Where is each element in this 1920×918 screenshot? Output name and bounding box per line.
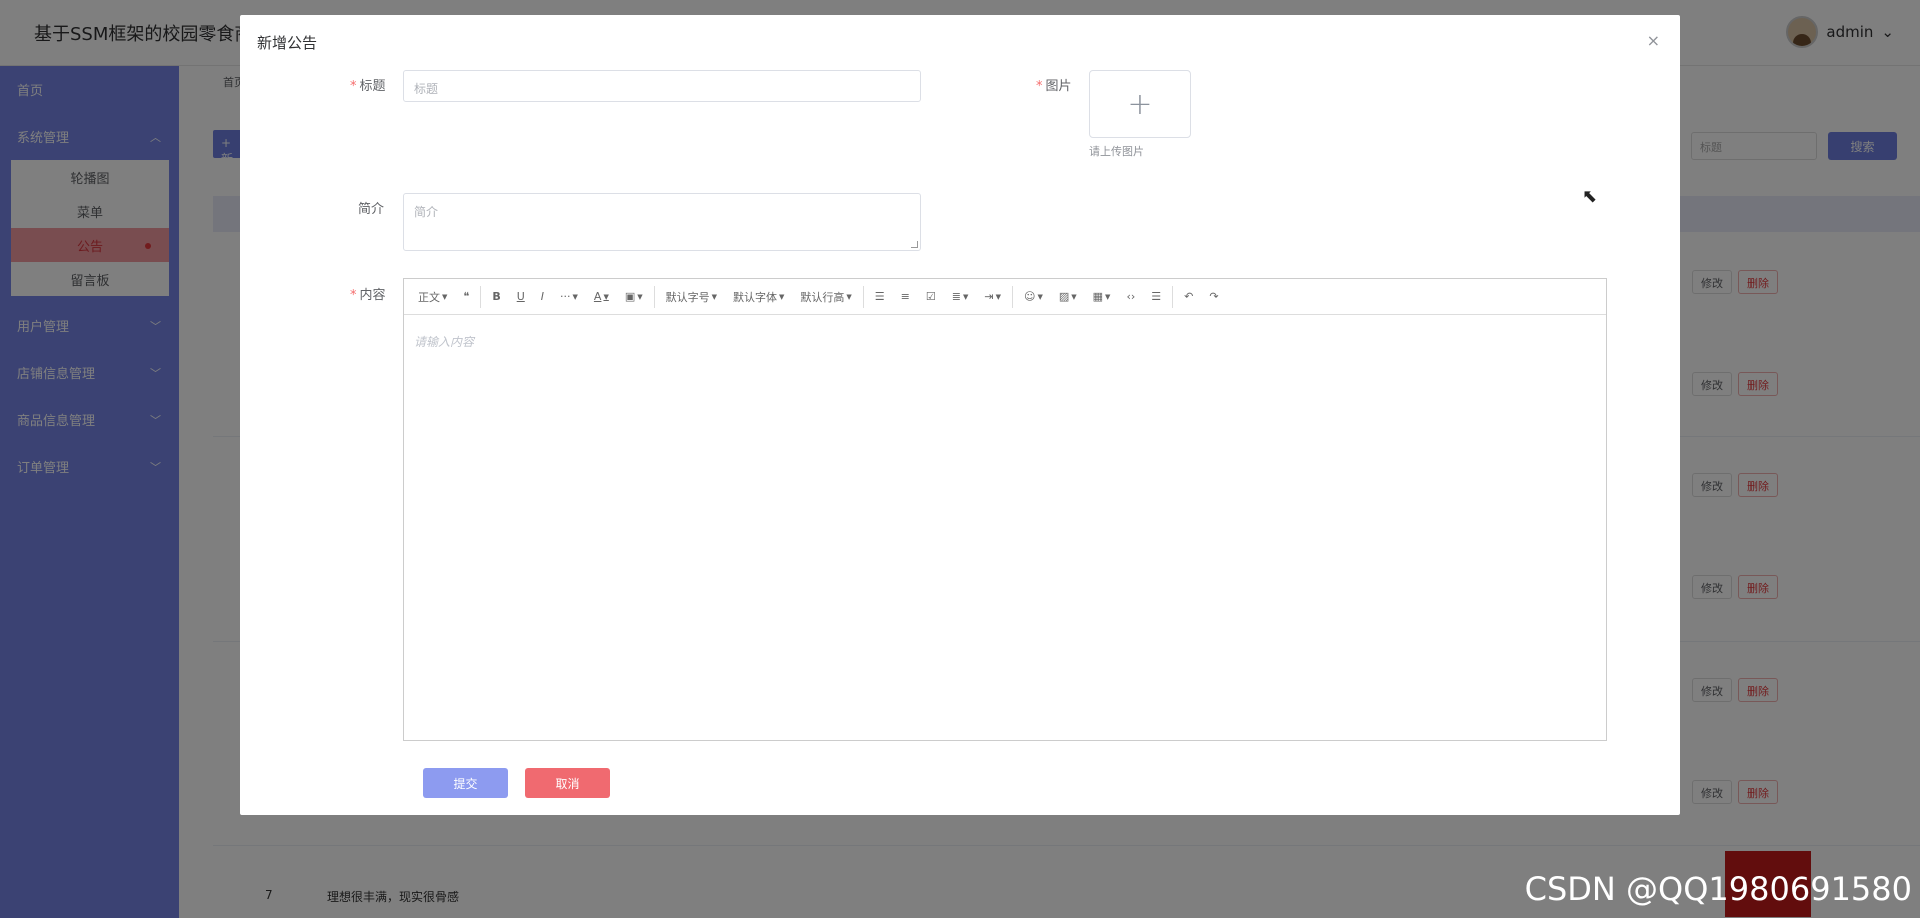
font-size-dropdown[interactable]: 默认字号 ▼ — [658, 289, 725, 305]
submit-button[interactable]: 提交 — [423, 768, 508, 798]
undo-icon[interactable]: ↶ — [1176, 290, 1201, 303]
todo-checkbox-icon[interactable]: ☑ — [918, 290, 944, 303]
underline-icon[interactable]: U — [509, 290, 533, 303]
line-height-dropdown[interactable]: 默认行高 ▼ — [792, 289, 859, 305]
bullet-list-icon[interactable]: ☰ — [867, 290, 893, 303]
toolbar-divider — [653, 285, 655, 308]
code-icon[interactable]: ‹› — [1118, 290, 1143, 303]
font-color-icon[interactable]: A ▼ — [586, 290, 617, 303]
redo-icon[interactable]: ↷ — [1201, 290, 1226, 303]
toolbar-divider — [862, 285, 864, 308]
numbered-list-icon[interactable]: ≡ — [893, 290, 918, 303]
more-style-icon[interactable]: ··· ▼ — [552, 290, 586, 303]
content-label: * 内容 — [350, 288, 386, 303]
image-label: * 图片 — [1036, 79, 1072, 94]
title-label: * 标题 — [350, 79, 386, 94]
editor-toolbar: 正文 ▼ ❝ B U I ··· ▼ A ▼ ▣ ▼ 默认字号 ▼ 默认字体 ▼ 默认行高 ▼… — [404, 279, 1606, 315]
editor-placeholder: 请输入内容 — [414, 335, 475, 349]
editor-content-area[interactable]: 请输入内容 — [404, 315, 1606, 368]
emoji-icon[interactable]: ☺ ▼ — [1016, 290, 1051, 303]
plus-icon: + — [1127, 86, 1153, 122]
background-color-icon[interactable]: ▣ ▼ — [617, 290, 651, 303]
dialog-title: 新增公告 — [257, 34, 318, 52]
divider-icon[interactable]: ☰ — [1143, 290, 1169, 303]
italic-icon[interactable]: I — [533, 290, 552, 303]
bold-icon[interactable]: B — [484, 290, 508, 303]
title-input[interactable]: 标题 — [403, 70, 921, 102]
toolbar-divider — [1172, 285, 1174, 308]
close-icon[interactable]: × — [1647, 31, 1660, 50]
toolbar-divider — [1011, 285, 1013, 308]
watermark: CSDN @QQ1980691580 — [1524, 870, 1912, 908]
paragraph-format-dropdown[interactable]: 正文 ▼ — [410, 289, 455, 305]
upload-hint: 请上传图片 — [1089, 145, 1144, 158]
intro-label: 简介 — [358, 202, 385, 217]
mouse-cursor-icon: ⬉ — [1582, 186, 1598, 207]
intro-textarea[interactable]: 简介 — [403, 193, 921, 251]
resize-handle-icon[interactable] — [911, 241, 918, 248]
add-notice-dialog: 新增公告 × * 标题 标题 * 图片 + 请上传图片 简介 简介 * 内容 正文 ▼ … — [240, 15, 1680, 815]
rich-text-editor: 正文 ▼ ❝ B U I ··· ▼ A ▼ ▣ ▼ 默认字号 ▼ 默认字体 ▼ 默认行高 ▼… — [403, 278, 1607, 741]
image-icon[interactable]: ▨ ▼ — [1051, 290, 1085, 303]
image-upload-button[interactable]: + — [1089, 70, 1191, 138]
indent-icon[interactable]: ⇥ ▼ — [976, 290, 1009, 303]
table-icon[interactable]: ▦ ▼ — [1085, 290, 1119, 303]
font-family-dropdown[interactable]: 默认字体 ▼ — [725, 289, 792, 305]
align-icon[interactable]: ≣ ▼ — [944, 290, 977, 303]
toolbar-divider — [480, 285, 482, 308]
quote-icon[interactable]: ❝ — [455, 290, 477, 303]
cancel-button[interactable]: 取消 — [525, 768, 610, 798]
